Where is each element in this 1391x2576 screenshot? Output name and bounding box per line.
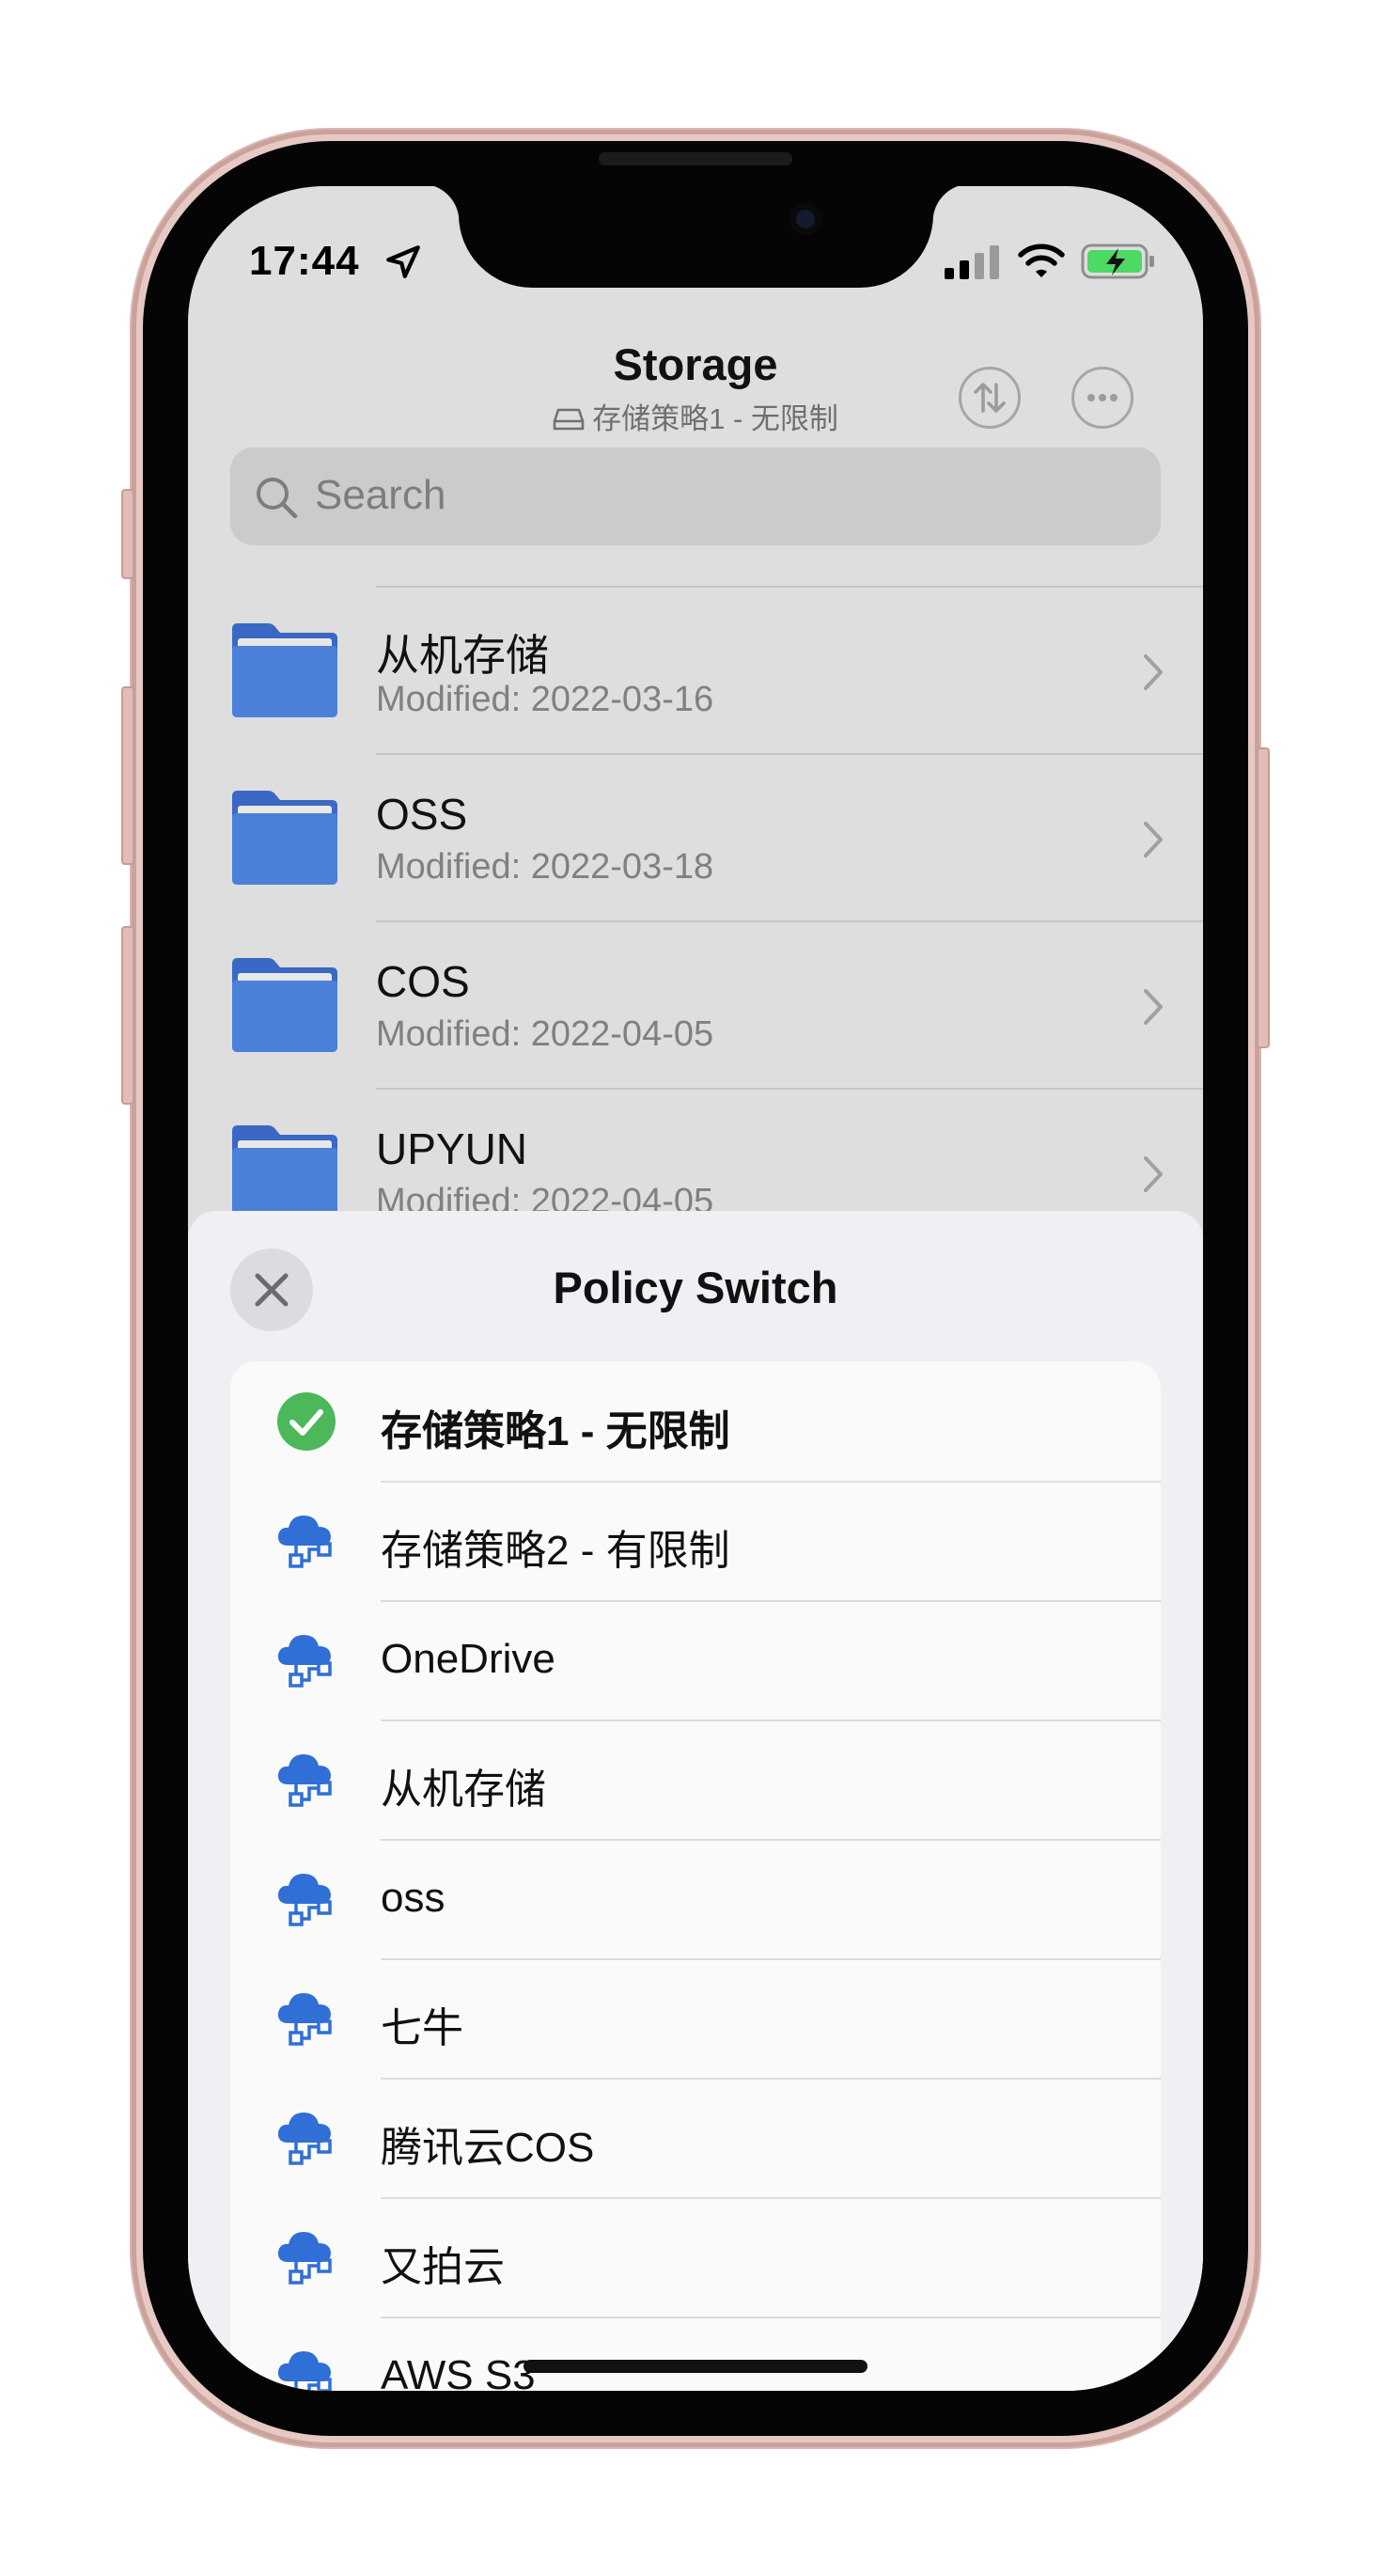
more-options-button[interactable] <box>1071 367 1133 429</box>
row-divider <box>381 1600 1161 1602</box>
row-divider <box>381 1720 1161 1721</box>
row-divider <box>376 920 1203 922</box>
hard-drive-icon <box>553 408 585 431</box>
policy-list: 存储策略1 - 无限制 存储策略2 - 有限制 OneDrive 从机存储 os… <box>230 1361 1161 2391</box>
front-camera <box>789 203 821 235</box>
policy-item[interactable]: 又拍云 <box>230 2197 1161 2317</box>
policy-label: 七牛 <box>381 2005 463 2051</box>
policy-label: 腾讯云COS <box>381 2125 595 2171</box>
file-name: UPYUN <box>376 1124 528 1173</box>
policy-item[interactable]: AWS S3 <box>230 2317 1161 2391</box>
file-modified-date: Modified: 2022-04-05 <box>376 1014 714 1054</box>
search-icon <box>257 478 298 519</box>
folder-icon <box>232 791 337 885</box>
battery-charging-icon <box>1081 243 1154 279</box>
folder-icon <box>232 623 337 717</box>
row-divider <box>376 586 1203 588</box>
chevron-right-icon <box>1144 989 1163 1025</box>
cellular-signal-icon <box>945 245 999 279</box>
policy-label: AWS S3 <box>381 2352 536 2391</box>
page-title: Storage <box>613 339 778 389</box>
row-divider <box>381 1958 1161 1960</box>
file-name: OSS <box>376 790 468 839</box>
list-item[interactable]: OSS Modified: 2022-03-18 <box>188 753 1203 920</box>
chevron-right-icon <box>1144 822 1163 857</box>
current-policy-subtitle[interactable]: 存储策略1 - 无限制 <box>188 395 1203 437</box>
search-placeholder: Search <box>315 472 446 518</box>
cloud-network-icon <box>277 1874 332 1926</box>
policy-label: 又拍云 <box>381 2244 505 2290</box>
screen: 17:44 Storage 存储策略1 - 无限制 Search 从机存储 Mo… <box>188 186 1203 2391</box>
policy-item[interactable]: 腾讯云COS <box>230 2078 1161 2197</box>
policy-label: oss <box>381 1875 445 1921</box>
volume-down-button <box>121 926 134 1105</box>
wifi-icon <box>1018 243 1065 277</box>
row-divider <box>376 753 1203 755</box>
action-button <box>121 489 134 579</box>
file-modified-date: Modified: 2022-03-18 <box>376 847 714 887</box>
policy-switch-sheet: Policy Switch 存储策略1 - 无限制 存储策略2 - 有限制 On… <box>188 1211 1203 2391</box>
policy-label: OneDrive <box>381 1636 555 1682</box>
policy-item[interactable]: oss <box>230 1839 1161 1958</box>
row-divider <box>381 1839 1161 1841</box>
location-arrow-icon <box>386 245 420 278</box>
list-item[interactable]: COS Modified: 2022-04-05 <box>188 920 1203 1088</box>
cloud-network-icon <box>277 1516 332 1568</box>
earpiece-speaker <box>599 152 792 165</box>
cloud-network-icon <box>277 2232 332 2285</box>
home-indicator[interactable] <box>524 2360 867 2373</box>
cloud-network-icon <box>277 1993 332 2046</box>
row-divider <box>381 2197 1161 2199</box>
folder-icon <box>232 1125 337 1219</box>
policy-item[interactable]: OneDrive <box>230 1600 1161 1720</box>
file-modified-date: Modified: 2022-03-16 <box>376 680 714 719</box>
status-time: 17:44 <box>249 238 360 284</box>
policy-item[interactable]: 从机存储 <box>230 1720 1161 1839</box>
policy-item[interactable]: 存储策略2 - 有限制 <box>230 1481 1161 1600</box>
ellipsis-icon <box>1087 394 1117 401</box>
row-divider <box>381 2317 1161 2318</box>
row-divider <box>376 1088 1203 1090</box>
cloud-network-icon <box>277 2351 332 2391</box>
chevron-right-icon <box>1144 654 1163 690</box>
file-name: 从机存储 <box>376 631 549 680</box>
file-list: 从机存储 Modified: 2022-03-16 OSS Modified: … <box>188 586 1203 1255</box>
search-input[interactable]: Search <box>230 448 1161 545</box>
sheet-title: Policy Switch <box>553 1263 838 1312</box>
subtitle-text: 存储策略1 - 无限制 <box>592 402 838 435</box>
file-name: COS <box>376 957 470 1006</box>
row-divider <box>381 1481 1161 1483</box>
sort-arrows-icon <box>974 383 1006 413</box>
notch <box>421 186 971 288</box>
policy-item[interactable]: 存储策略1 - 无限制 <box>230 1361 1161 1481</box>
row-divider <box>381 2078 1161 2080</box>
cloud-network-icon <box>277 1754 332 1807</box>
power-button <box>1257 747 1270 1048</box>
chevron-right-icon <box>1144 1156 1163 1192</box>
sort-button[interactable] <box>959 367 1021 429</box>
checkmark-circle-icon <box>277 1392 336 1451</box>
cloud-network-icon <box>277 2113 332 2165</box>
policy-item[interactable]: 七牛 <box>230 1958 1161 2078</box>
folder-icon <box>232 958 337 1052</box>
policy-label: 存储策略2 - 有限制 <box>381 1528 730 1574</box>
list-item[interactable]: 从机存储 Modified: 2022-03-16 <box>188 586 1203 753</box>
policy-label: 从机存储 <box>381 1767 546 1813</box>
cloud-network-icon <box>277 1635 332 1688</box>
policy-label: 存储策略1 - 无限制 <box>381 1408 730 1454</box>
volume-up-button <box>121 686 134 865</box>
